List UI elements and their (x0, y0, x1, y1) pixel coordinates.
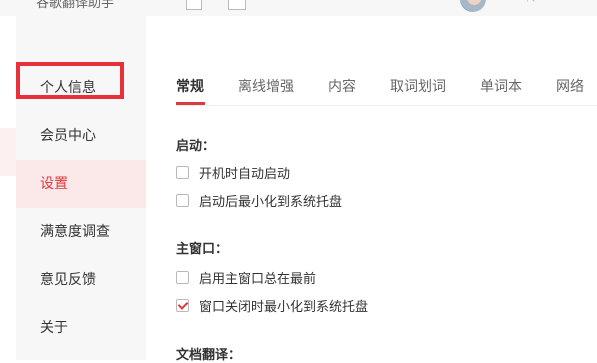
checkbox-minimize-on-close[interactable] (176, 298, 189, 312)
highlight-annotation-box (16, 62, 124, 99)
export-icon[interactable] (228, 0, 246, 10)
option-always-on-top[interactable]: 启用主窗口总在最前 (176, 268, 317, 287)
external-link-icon[interactable]: ⇱ (527, 0, 535, 5)
sidebar-item-membership[interactable]: 会员中心 (16, 112, 146, 160)
tabs-divider (176, 105, 597, 106)
tab-network[interactable]: 网络 (556, 76, 584, 96)
option-auto-start[interactable]: 开机时自动启动 (176, 163, 291, 182)
sidebar-item-survey[interactable]: 满意度调查 (16, 208, 146, 256)
option-label: 开机时自动启动 (199, 166, 291, 182)
checkbox-minimize-on-start[interactable] (176, 193, 189, 207)
section-title-startup: 启动： (176, 139, 216, 154)
settings-main-panel: 常规 离线增强 内容 取词划词 单词本 网络 启动： 开机时自动启动 启动后最小… (146, 16, 597, 363)
background-left-strip (0, 16, 16, 360)
section-title-doc-translate: 文档翻译： (176, 348, 242, 363)
checkbox-auto-start[interactable] (176, 165, 189, 179)
sidebar-item-about[interactable]: 关于 (16, 304, 146, 352)
section-title-main-window: 主窗口： (176, 242, 229, 257)
option-label: 启动后最小化到系统托盘 (199, 194, 343, 210)
sidebar-item-settings[interactable]: 设置 (16, 160, 146, 208)
avatar[interactable] (460, 0, 486, 12)
background-app-title: 谷歌翻译助手 (36, 0, 115, 11)
sidebar-item-label: 设置 (40, 176, 68, 192)
sidebar-item-label: 会员中心 (40, 128, 96, 144)
tab-general[interactable]: 常规 (176, 76, 204, 96)
option-minimize-on-start[interactable]: 启动后最小化到系统托盘 (176, 191, 343, 210)
sidebar-item-label: 关于 (40, 320, 68, 336)
sidebar-item-label: 满意度调查 (40, 224, 110, 240)
checkbox-always-on-top[interactable] (176, 270, 189, 284)
background-left-highlight (0, 128, 16, 176)
tab-vocabulary[interactable]: 单词本 (480, 76, 522, 96)
background-topbar: 谷歌翻译助手 ⇱ (0, 0, 597, 17)
tab-offline-enhance[interactable]: 离线增强 (238, 76, 294, 96)
option-label: 窗口关闭时最小化到系统托盘 (199, 299, 369, 315)
sidebar-item-feedback[interactable]: 意见反馈 (16, 256, 146, 304)
option-label: 启用主窗口总在最前 (199, 271, 317, 287)
document-icon[interactable] (186, 0, 202, 10)
tab-content[interactable]: 内容 (328, 76, 356, 96)
tab-word-capture[interactable]: 取词划词 (390, 76, 446, 96)
sidebar-item-label: 意见反馈 (40, 272, 96, 288)
option-minimize-on-close[interactable]: 窗口关闭时最小化到系统托盘 (176, 296, 369, 315)
